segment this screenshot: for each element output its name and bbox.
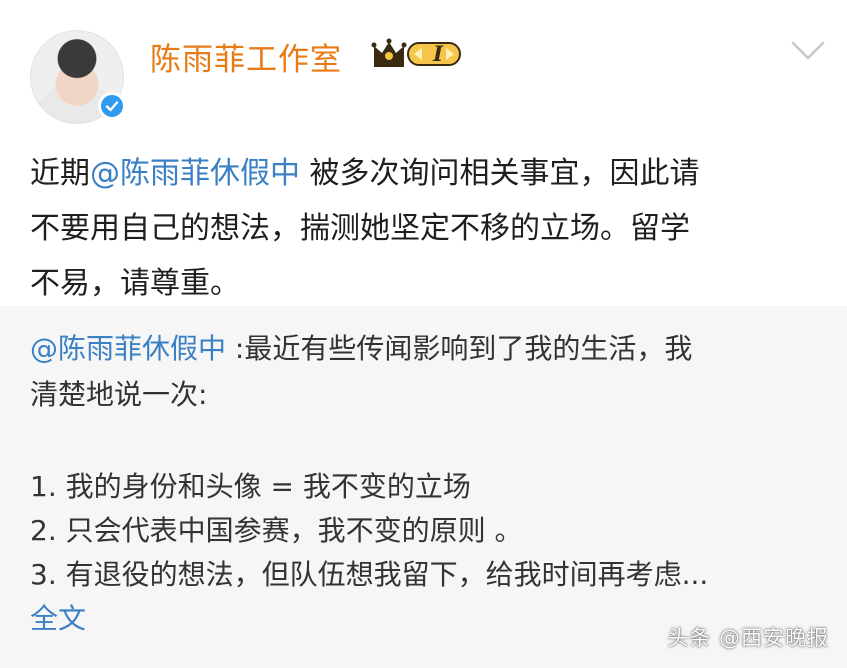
list-item: 2. 只会代表中国参赛，我不变的原则 。 — [30, 514, 523, 547]
repost-card[interactable]: @陈雨菲休假中 :最近有些传闻影响到了我的生活，我 清楚地说一次: 1. 我的身… — [0, 306, 847, 668]
repost-text: @陈雨菲休假中 :最近有些传闻影响到了我的生活，我 清楚地说一次: 1. 我的身… — [30, 326, 830, 642]
post-prefix: 近期 — [30, 156, 90, 191]
post-header: 陈雨菲工作室 I — [0, 0, 847, 140]
rank-badge[interactable]: I — [370, 36, 466, 70]
post-line3: 不易，请尊重。 — [30, 266, 240, 301]
list-item: 1. 我的身份和头像 = 我不变的立场 — [30, 470, 471, 503]
verified-check-icon — [98, 92, 126, 120]
account-name[interactable]: 陈雨菲工作室 — [150, 34, 342, 79]
post-text: 近期@陈雨菲休假中 被多次询问相关事宜，因此请 不要用自己的想法，揣测她坚定不移… — [30, 146, 820, 311]
crown-icon — [371, 38, 407, 67]
chevron-down-icon[interactable] — [790, 38, 826, 64]
post-line1: 被多次询问相关事宜，因此请 — [300, 156, 700, 191]
full-text-link[interactable]: 全文 — [30, 596, 86, 642]
repost-line1: :最近有些传闻影响到了我的生活，我 — [226, 332, 693, 365]
post-line2: 不要用自己的想法，揣测她坚定不移的立场。留学 — [30, 211, 690, 246]
repost-mention-link[interactable]: @陈雨菲休假中 — [30, 332, 226, 365]
list-item: 3. 有退役的想法，但队伍想我留下，给我时间再考虑... — [30, 558, 709, 591]
avatar[interactable] — [30, 30, 126, 124]
rank-label: I — [433, 41, 443, 66]
repost-line2: 清楚地说一次: — [30, 378, 208, 411]
mention-link[interactable]: @陈雨菲休假中 — [90, 156, 300, 191]
watermark: 头条 @西安晚报 — [667, 626, 829, 650]
